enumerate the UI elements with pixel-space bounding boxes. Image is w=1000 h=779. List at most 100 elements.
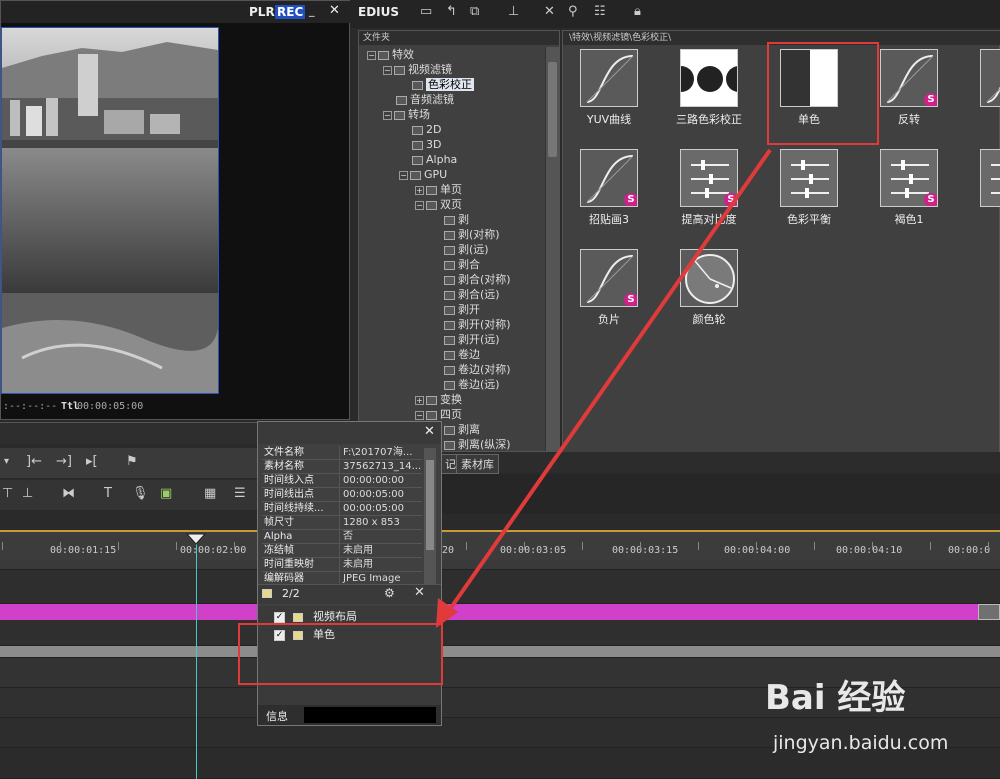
effect-item[interactable]: S 提高对比度 — [669, 149, 749, 227]
tree-node[interactable]: 卷边(对称) — [431, 362, 511, 377]
expand-icon[interactable]: + — [415, 395, 424, 405]
folder-icon — [410, 170, 421, 180]
info-row: 素材名称 37562713_14... — [262, 460, 422, 474]
tree-node[interactable]: 剥 — [431, 212, 469, 227]
tree-scroll-thumb[interactable] — [548, 62, 557, 157]
properties-icon[interactable]: ⚲ — [568, 4, 578, 19]
tree-node[interactable]: 剥开 — [431, 302, 480, 317]
tree-node[interactable]: − 视频滤镜 — [383, 62, 452, 77]
tree-node[interactable]: 剥离(纵深) — [431, 437, 511, 452]
dropdown-icon[interactable]: ▾ — [4, 456, 9, 467]
effect-item[interactable]: S 招贴画3 — [569, 149, 649, 227]
effect-item[interactable]: 三路色彩校正 — [669, 49, 749, 127]
in-point-icon[interactable]: ]← — [26, 454, 42, 469]
expand-icon[interactable]: + — [415, 185, 424, 195]
video-clip[interactable] — [0, 604, 1000, 620]
tree-node-label: 剥合 — [458, 258, 480, 271]
tree-node[interactable]: − 双页 — [415, 197, 462, 212]
tree-node[interactable]: 色彩校正 — [399, 77, 474, 92]
collapse-icon[interactable]: − — [383, 110, 392, 120]
tree-node[interactable]: 2D — [399, 122, 441, 137]
ruler-label: 00:00:04:00 — [724, 545, 791, 556]
settings-icon[interactable]: ⚙ — [384, 586, 395, 600]
tree-node[interactable]: 音频滤镜 — [383, 92, 454, 107]
collapse-icon[interactable]: − — [415, 410, 424, 420]
tab-library[interactable]: 素材库 — [456, 454, 499, 474]
tree-node[interactable]: 卷边 — [431, 347, 480, 362]
info-row: 时间线出点 00:00:05:00 — [262, 488, 422, 502]
add-icon[interactable]: ⊥ — [508, 4, 519, 19]
tree-node[interactable]: + 单页 — [415, 182, 462, 197]
rec-label[interactable]: REC — [275, 5, 306, 19]
playhead-icon[interactable] — [186, 533, 206, 545]
info-scrollbar[interactable] — [424, 448, 436, 598]
effect-item[interactable]: S 褐色1 — [869, 149, 949, 227]
minimize-icon[interactable]: _ — [309, 4, 315, 17]
delete-icon[interactable]: ✕ — [544, 4, 555, 19]
collapse-icon[interactable]: − — [383, 65, 392, 75]
collapse-icon[interactable]: − — [415, 200, 424, 210]
title-icon[interactable]: T — [104, 486, 112, 501]
mixer-icon[interactable]: ☰ — [234, 486, 246, 501]
effect-item[interactable]: 颜色轮 — [669, 249, 749, 327]
layer-item[interactable]: ✓ 视频布局 — [274, 610, 357, 624]
color-wheel-icon — [680, 249, 738, 307]
info-row: 时间线入点 00:00:00:00 — [262, 474, 422, 488]
tree-node[interactable]: − 特效 — [367, 47, 414, 62]
folder-icon[interactable]: ▭ — [420, 4, 432, 19]
collapse-icon[interactable]: − — [399, 170, 408, 180]
tree-scrollbar[interactable] — [545, 47, 559, 451]
layer-checkbox[interactable]: ✓ — [274, 611, 285, 623]
render-icon[interactable]: ▣ — [160, 486, 172, 501]
effect-item[interactable]: 褐 — [969, 149, 1000, 227]
sliders-icon: S — [880, 149, 938, 207]
tree-node[interactable]: 卷边(远) — [431, 377, 500, 392]
tree-node[interactable]: 剥合(对称) — [431, 272, 511, 287]
razor-icon[interactable]: ⊤ — [2, 486, 13, 501]
link-icon[interactable]: ⧓ — [62, 486, 75, 501]
collapse-icon[interactable]: − — [367, 50, 376, 60]
timeline-ruler[interactable]: 00:00:01:15 00:00:02:00 20 00:00:03:05 00:00… — [0, 530, 1000, 560]
delete-icon[interactable]: ✕ — [414, 585, 425, 600]
layer-count: 2/2 — [282, 587, 300, 600]
tree-node[interactable]: − 转场 — [383, 107, 430, 122]
ruler-tick — [524, 542, 525, 550]
tree-node[interactable]: − GPU — [399, 167, 447, 182]
plr-label[interactable]: PLR — [249, 5, 275, 19]
effect-item[interactable]: S 反转 — [869, 49, 949, 127]
tree-node[interactable]: 剥开(远) — [431, 332, 500, 347]
tree-node[interactable]: Alpha — [399, 152, 457, 167]
tree-node-label: 色彩校正 — [426, 78, 474, 91]
up-folder-icon[interactable]: ↰ — [446, 4, 457, 19]
marker-icon[interactable]: ⚑ — [126, 454, 138, 469]
tree-node-label: Alpha — [426, 153, 458, 166]
tree-node[interactable]: 3D — [399, 137, 441, 152]
timeline-cursor[interactable] — [196, 538, 197, 779]
info-scroll-thumb[interactable] — [426, 460, 434, 550]
close-icon[interactable]: ✕ — [424, 424, 435, 439]
clip-thumbnail[interactable] — [978, 604, 1000, 620]
sliders-icon — [780, 149, 838, 207]
layer-count-bar: 2/2 ⚙ ✕ — [258, 584, 441, 604]
tree-node[interactable]: 剥开(对称) — [431, 317, 511, 332]
effect-item[interactable]: S 负片 — [569, 249, 649, 327]
mic-icon[interactable]: 🎙︎ — [132, 486, 149, 501]
close-icon[interactable]: ✕ — [329, 3, 340, 18]
effect-item[interactable]: 招 — [969, 49, 1000, 127]
tree-node[interactable]: 剥合 — [431, 257, 480, 272]
tree-node[interactable]: + 变换 — [415, 392, 462, 407]
tree-node[interactable]: − 四页 — [415, 407, 462, 422]
split-icon[interactable]: ▸[ — [86, 454, 98, 469]
folder-icon — [444, 230, 455, 240]
grid-icon[interactable]: ▦ — [204, 486, 216, 501]
tree-node[interactable]: 剥(远) — [431, 242, 489, 257]
out-point-icon[interactable]: →] — [56, 454, 72, 469]
bin-layout-icon[interactable]: ⧉ — [470, 4, 479, 19]
lock-icon[interactable]: 🔒︎ — [634, 4, 641, 19]
view-mode-icon[interactable]: ☷ — [594, 4, 606, 19]
effect-item[interactable]: 色彩平衡 — [769, 149, 849, 227]
tree-node[interactable]: 剥(对称) — [431, 227, 500, 242]
tree-node[interactable]: 剥合(远) — [431, 287, 500, 302]
effect-item[interactable]: YUV曲线 — [569, 49, 649, 127]
ripple-icon[interactable]: ⊥ — [22, 486, 33, 501]
